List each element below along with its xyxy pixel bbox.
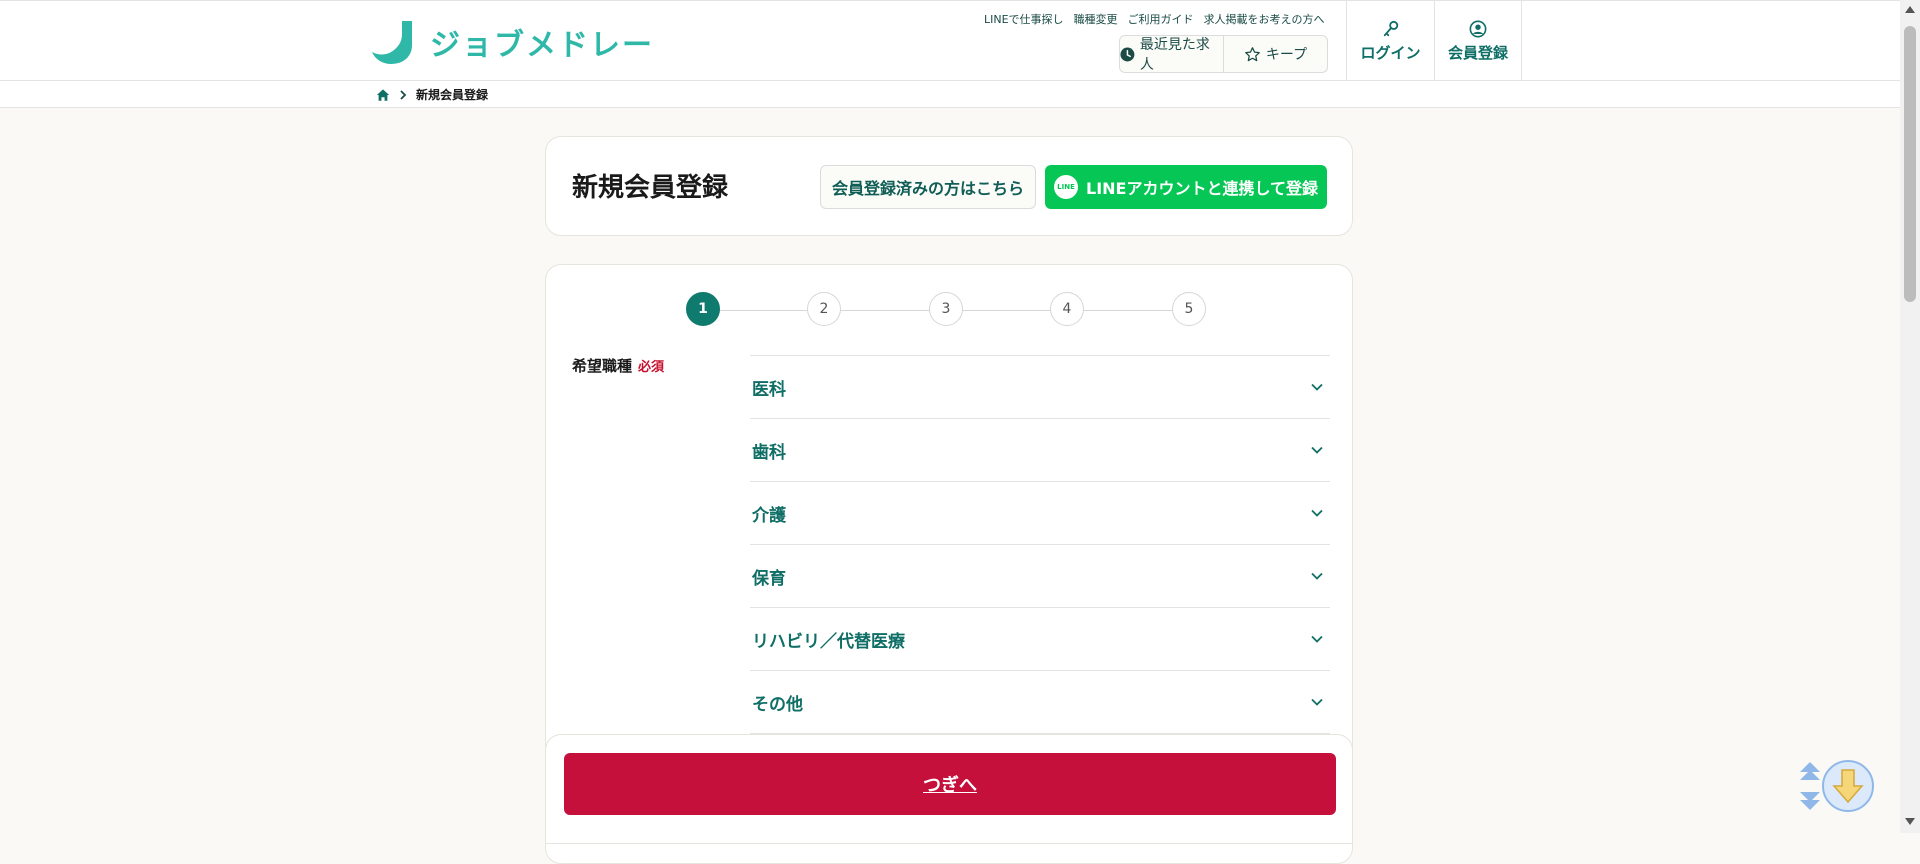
title-card: 新規会員登録 会員登録済みの方はこちら LINE LINEアカウントと連携して登… (545, 136, 1353, 236)
chevron-down-icon (1311, 572, 1323, 580)
accordion-item-other[interactable]: その他 (750, 671, 1330, 734)
desired-occupation-label: 希望職種 必須 (572, 355, 664, 376)
scroll-helper-icon[interactable] (1792, 758, 1876, 814)
link-line-search[interactable]: LINEで仕事探し (984, 11, 1064, 27)
step-3: 3 (929, 292, 963, 326)
step-indicator: 1 2 3 4 5 (686, 292, 1218, 328)
step-4: 4 (1050, 292, 1084, 326)
link-for-employers[interactable]: 求人掲載をお考えの方へ (1204, 11, 1325, 27)
step-2: 2 (807, 292, 841, 326)
occupation-accordion: 医科 歯科 介護 保育 リハビリ／代替医療 その他 (750, 355, 1330, 734)
logo-text: ジョブメドレー (430, 28, 654, 63)
chevron-down-icon (1311, 446, 1323, 454)
scrollbar-thumb[interactable] (1904, 26, 1916, 302)
accordion-item-rehab[interactable]: リハビリ／代替医療 (750, 608, 1330, 671)
login-label: ログイン (1360, 43, 1421, 62)
breadcrumb-current: 新規会員登録 (416, 88, 489, 102)
accordion-label: リハビリ／代替医療 (752, 631, 905, 652)
recent-jobs-label: 最近見た求人 (1139, 37, 1210, 73)
breadcrumb: 新規会員登録 (0, 81, 1900, 108)
history-keep-group: 最近見た求人 キープ (1119, 35, 1328, 73)
user-circle-icon (1469, 20, 1487, 37)
page-title: 新規会員登録 (572, 173, 729, 203)
chevron-down-icon (1311, 635, 1323, 643)
register-label: 会員登録 (1447, 43, 1508, 62)
accordion-label: 介護 (752, 505, 786, 526)
clock-icon (1120, 47, 1135, 61)
star-icon (1245, 46, 1260, 61)
existing-member-button[interactable]: 会員登録済みの方はこちら (820, 165, 1036, 209)
accordion-item-care[interactable]: 介護 (750, 482, 1330, 545)
key-icon (1383, 20, 1398, 36)
required-badge: 必須 (638, 360, 665, 375)
site-logo[interactable]: ジョブメドレー (372, 19, 654, 65)
header-top-links: LINEで仕事探し 職種変更 ご利用ガイド 求人掲載をお考えの方へ (984, 11, 1325, 27)
line-register-label: LINEアカウントと連携して登録 (1086, 179, 1318, 198)
step-1: 1 (686, 292, 720, 326)
accordion-item-childcare[interactable]: 保育 (750, 545, 1330, 608)
recent-jobs-button[interactable]: 最近見た求人 (1120, 36, 1223, 73)
logo-mark-icon (372, 21, 412, 64)
accordion-item-medical[interactable]: 医科 (750, 356, 1330, 419)
chevron-right-icon (400, 89, 407, 100)
keep-button[interactable]: キープ (1223, 36, 1327, 72)
accordion-label: 医科 (752, 379, 786, 400)
link-change-occupation[interactable]: 職種変更 (1074, 11, 1118, 27)
vertical-scrollbar[interactable] (1900, 0, 1920, 833)
sticky-footer: つぎへ (545, 734, 1353, 844)
chevron-down-icon (1311, 698, 1323, 706)
accordion-item-dental[interactable]: 歯科 (750, 419, 1330, 482)
scroll-up-icon[interactable] (1905, 6, 1915, 13)
link-usage-guide[interactable]: ご利用ガイド (1128, 11, 1194, 27)
home-icon[interactable] (376, 88, 390, 102)
chevron-down-icon (1311, 509, 1323, 517)
keep-label: キープ (1265, 47, 1308, 63)
chevron-down-icon (1311, 383, 1323, 391)
accordion-label: 保育 (752, 568, 786, 589)
line-icon: LINE (1054, 175, 1078, 199)
accordion-label: 歯科 (752, 442, 786, 463)
accordion-label: その他 (752, 694, 803, 715)
site-header: ジョブメドレー LINEで仕事探し 職種変更 ご利用ガイド 求人掲載をお考えの方… (0, 0, 1900, 81)
step-5: 5 (1172, 292, 1206, 326)
scroll-down-icon[interactable] (1905, 818, 1915, 825)
login-button[interactable]: ログイン (1346, 1, 1434, 81)
field-label-text: 希望職種 (572, 357, 633, 375)
register-button[interactable]: 会員登録 (1434, 1, 1522, 81)
next-button[interactable]: つぎへ (564, 753, 1336, 815)
line-register-button[interactable]: LINE LINEアカウントと連携して登録 (1045, 165, 1327, 209)
